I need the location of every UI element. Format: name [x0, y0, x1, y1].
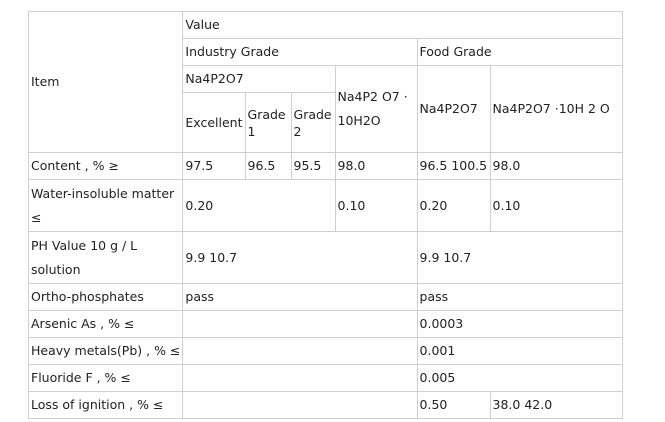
table-row-ortho-phosphates: Ortho-phosphates pass pass: [27, 283, 623, 311]
table-row-content: Content , % ≥ 97.5 96.5 95.5 98.0 96.5 1…: [27, 152, 623, 180]
cell-value: 0.20: [416, 179, 491, 232]
row-label: Loss of ignition , % ≤: [27, 391, 184, 419]
row-label: Water-insoluble matter ≤: [27, 179, 184, 232]
header-excellent: Excellent: [182, 92, 246, 153]
cell-value: 38.0 42.0: [489, 391, 623, 419]
header-food-na4p2o7: Na4P2O7: [416, 65, 491, 153]
cell-value: 96.5: [244, 152, 292, 180]
cell-value: 0.10: [334, 179, 418, 232]
table-row-heavy-metals: Heavy metals(Pb) , % ≤ 0.001: [27, 337, 623, 365]
cell-value: 0.001: [416, 337, 623, 365]
cell-empty: [182, 310, 418, 338]
cell-empty: [182, 337, 418, 365]
table-row-loss-of-ignition: Loss of ignition , % ≤ 0.50 38.0 42.0: [27, 391, 623, 419]
cell-value: pass: [182, 283, 418, 311]
cell-value: 9.9 10.7: [182, 231, 418, 284]
header-grade-1: Grade 1: [244, 92, 292, 153]
row-label: Fluoride F , % ≤: [27, 364, 184, 392]
header-food-decahydrate: Na4P2O7 ·10H 2 O: [489, 65, 623, 153]
cell-value: 0.005: [416, 364, 623, 392]
cell-value: 0.50: [416, 391, 491, 419]
cell-value: 96.5 100.5: [416, 152, 491, 180]
header-industry-decahydrate: Na4P2 O7 · 10H2O: [334, 65, 418, 153]
row-label: Heavy metals(Pb) , % ≤: [27, 337, 184, 365]
row-label: PH Value 10 g / L solution: [27, 231, 184, 284]
table-row-arsenic: Arsenic As , % ≤ 0.0003: [27, 310, 623, 338]
spec-table: Item Value Industry Grade Food Grade Na4…: [27, 11, 623, 419]
header-grade-2: Grade 2: [290, 92, 336, 153]
row-label: Content , % ≥: [27, 152, 184, 180]
cell-value: 98.0: [334, 152, 418, 180]
table-row-water-insoluble: Water-insoluble matter ≤ 0.20 0.10 0.20 …: [27, 179, 623, 232]
header-row-1: Item Value: [27, 11, 623, 153]
cell-value: 0.0003: [416, 310, 623, 338]
cell-value: 9.9 10.7: [416, 231, 623, 284]
cell-value: 0.10: [489, 179, 623, 232]
table-row-fluoride: Fluoride F , % ≤ 0.005: [27, 364, 623, 392]
cell-value: 98.0: [489, 152, 623, 180]
spec-table-wrapper: Item Value Industry Grade Food Grade Na4…: [27, 11, 623, 419]
cell-value: 97.5: [182, 152, 246, 180]
cell-value: pass: [416, 283, 623, 311]
header-value: Value: [182, 11, 623, 39]
cell-empty: [182, 391, 418, 419]
row-label: Ortho-phosphates: [27, 283, 184, 311]
cell-value: 0.20: [182, 179, 336, 232]
header-industry-na4p2o7: Na4P2O7: [182, 65, 336, 93]
cell-empty: [182, 364, 418, 392]
header-item: Item: [27, 11, 184, 153]
cell-value: 95.5: [290, 152, 336, 180]
table-row-ph-value: PH Value 10 g / L solution 9.9 10.7 9.9 …: [27, 231, 623, 284]
header-food-grade: Food Grade: [416, 38, 623, 66]
header-industry-grade: Industry Grade: [182, 38, 418, 66]
row-label: Arsenic As , % ≤: [27, 310, 184, 338]
